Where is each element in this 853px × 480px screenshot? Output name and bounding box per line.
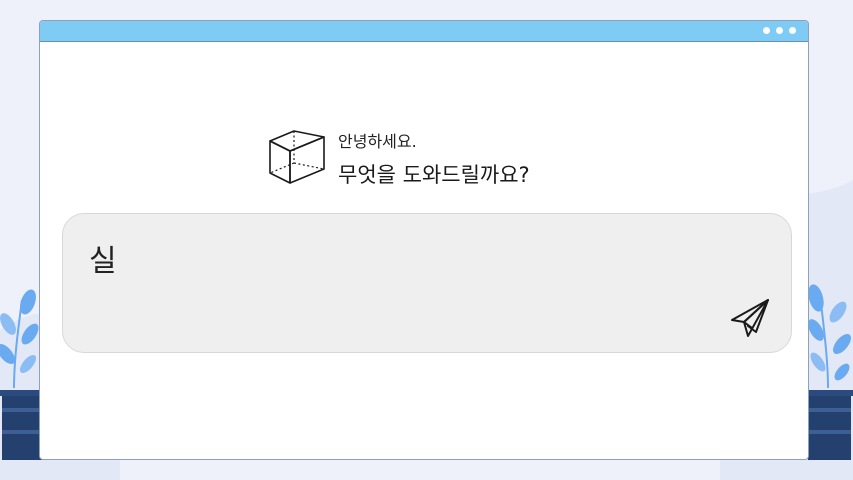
window-dot-3[interactable] [789, 27, 796, 34]
prompt-input-text[interactable]: 실 [89, 236, 117, 280]
greeting-block: 안녕하세요. 무엇을 도와드릴까요? [268, 125, 598, 189]
greeting-hello: 안녕하세요. [338, 132, 417, 151]
potted-plant-right [806, 284, 853, 460]
greeting-question: 무엇을 도와드릴까요? [338, 163, 530, 187]
window-titlebar [40, 21, 808, 42]
window-dot-1[interactable] [763, 27, 770, 34]
window-dot-2[interactable] [776, 27, 783, 34]
window-controls [763, 27, 796, 34]
app-window: 안녕하세요. 무엇을 도와드릴까요? 실 [39, 20, 809, 460]
cube-icon [269, 130, 325, 184]
prompt-input-box[interactable]: 실 [62, 213, 792, 353]
paper-plane-icon[interactable] [728, 296, 772, 340]
